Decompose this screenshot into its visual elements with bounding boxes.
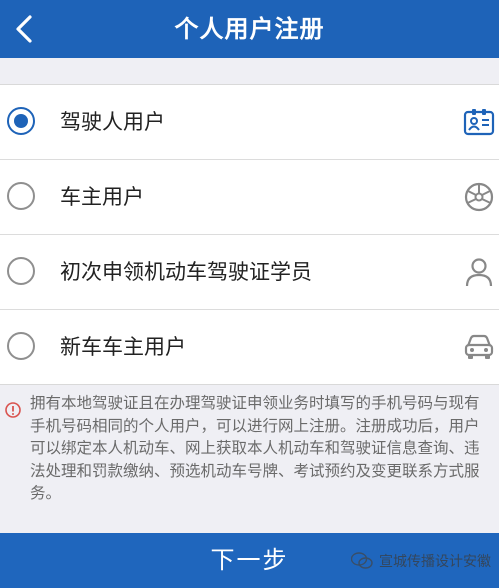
person-icon (465, 258, 493, 287)
registration-notice: 拥有本地驾驶证且在办理驾驶证申领业务时填写的手机号码与现有手机号码相同的个人用户… (0, 392, 499, 505)
radio-new-car-owner[interactable] (7, 332, 35, 360)
car-front-icon (464, 334, 494, 359)
option-label: 初次申领机动车驾驶证学员 (60, 260, 312, 284)
option-label: 驾驶人用户 (60, 110, 165, 134)
option-owner-user[interactable]: 车主用户 (0, 160, 499, 235)
option-learner-user[interactable]: 初次申领机动车驾驶证学员 (0, 235, 499, 310)
id-card-icon (463, 109, 495, 136)
watermark: 宣城传播设计安徽 (351, 549, 491, 573)
page-title: 个人用户注册 (174, 15, 325, 43)
steering-wheel-icon (464, 182, 494, 212)
watermark-text: 宣城传播设计安徽 (379, 554, 491, 570)
next-step-button[interactable]: 下一步 宣城传播设计安徽 (0, 533, 499, 588)
wechat-icon (351, 552, 373, 569)
option-label: 车主用户 (60, 185, 144, 209)
notice-text: 拥有本地驾驶证且在办理驾驶证申领业务时填写的手机号码与现有手机号码相同的个人用户… (30, 394, 480, 503)
app-header: 个人用户注册 (0, 0, 499, 58)
option-new-car-owner[interactable]: 新车车主用户 (0, 310, 499, 384)
radio-driver-user[interactable] (7, 107, 35, 135)
user-type-list: 驾驶人用户 车主用户 初次申领机动车驾驶证学员 新车车主用户 (0, 84, 499, 385)
radio-learner-user[interactable] (7, 257, 35, 285)
info-icon (5, 402, 21, 418)
radio-owner-user[interactable] (7, 182, 35, 210)
option-label: 新车车主用户 (60, 335, 186, 359)
option-driver-user[interactable]: 驾驶人用户 (0, 85, 499, 160)
